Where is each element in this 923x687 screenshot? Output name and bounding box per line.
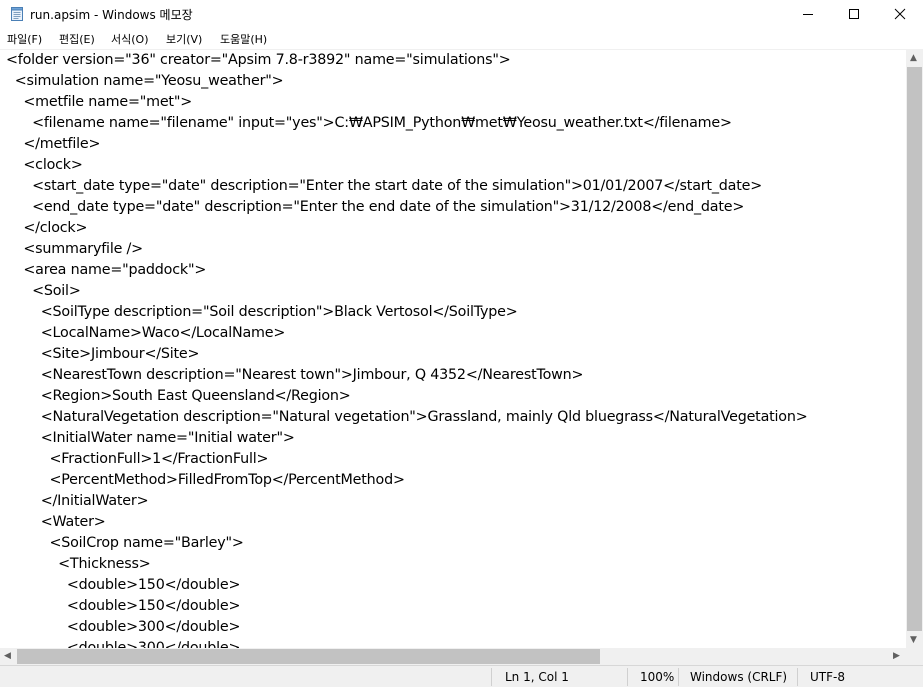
minimize-button[interactable] [785,0,831,28]
text-line: </metfile> [6,136,101,152]
menu-edit[interactable]: 편집(E) [59,31,95,47]
scroll-up-icon[interactable]: ▲ [910,53,917,63]
status-divider [491,668,492,686]
text-line: <start_date type="date" description="Ent… [6,178,763,194]
text-line: <double>300</double> [6,640,241,648]
encoding: UTF-8 [810,670,845,684]
text-line: <Site>Jimbour</Site> [6,346,200,362]
text-line: <Soil> [6,283,81,299]
text-line: <SoilCrop name="Barley"> [6,535,244,551]
text-line: </clock> [6,220,88,236]
text-line: <double>150</double> [6,577,241,593]
text-line: <FractionFull>1</FractionFull> [6,451,269,467]
maximize-icon [849,9,859,19]
text-editor[interactable]: <folder version="36" creator="Apsim 7.8-… [0,50,906,648]
line-ending: Windows (CRLF) [690,670,788,684]
text-line: <filename name="filename" input="yes">C:… [6,115,732,131]
text-line: <double>300</double> [6,619,241,635]
vertical-scroll-thumb[interactable] [907,67,922,631]
text-line: <area name="paddock"> [6,262,207,278]
maximize-button[interactable] [831,0,877,28]
zoom-level: 100% [640,670,675,684]
text-line: <end_date type="date" description="Enter… [6,199,745,215]
text-line: <folder version="36" creator="Apsim 7.8-… [6,52,511,68]
text-line: </InitialWater> [6,493,149,509]
status-divider [797,668,798,686]
text-line: <simulation name="Yeosu_weather"> [6,73,284,89]
title-bar[interactable]: run.apsim - Windows 메모장 [0,0,923,28]
horizontal-scroll-thumb[interactable] [17,649,600,664]
menu-format[interactable]: 서식(O) [111,31,148,47]
text-line: <SoilType description="Soil description"… [6,304,518,320]
text-line: <summaryfile /> [6,241,143,257]
text-line: <Region>South East Queensland</Region> [6,388,351,404]
text-line: <NaturalVegetation description="Natural … [6,409,808,425]
window-title: run.apsim - Windows 메모장 [30,8,193,22]
text-line: <NearestTown description="Nearest town">… [6,367,584,383]
text-line: <InitialWater name="Initial water"> [6,430,295,446]
notepad-icon [9,6,25,22]
text-line: <clock> [6,157,83,173]
cursor-position: Ln 1, Col 1 [505,670,569,684]
close-button[interactable] [877,0,923,28]
scroll-right-icon[interactable]: ▶ [893,651,900,661]
text-line: <Thickness> [6,556,151,572]
status-divider [627,668,628,686]
menu-view[interactable]: 보기(V) [166,31,202,47]
scroll-down-icon[interactable]: ▼ [910,635,917,645]
status-divider [678,668,679,686]
text-line: <LocalName>Waco</LocalName> [6,325,286,341]
minimize-icon [803,14,813,15]
horizontal-scrollbar[interactable]: ◀ ▶ [0,648,906,665]
scroll-left-icon[interactable]: ◀ [4,651,11,661]
text-line: <PercentMethod>FilledFromTop</PercentMet… [6,472,405,488]
status-bar: Ln 1, Col 1 100% Windows (CRLF) UTF-8 [0,665,923,687]
menu-file[interactable]: 파일(F) [7,31,42,47]
menu-bar: 파일(F) 편집(E) 서식(O) 보기(V) 도움말(H) [0,28,923,50]
menu-help[interactable]: 도움말(H) [220,31,267,47]
text-line: <Water> [6,514,106,530]
scrollbar-corner [906,648,923,665]
text-line: <metfile name="met"> [6,94,192,110]
vertical-scrollbar[interactable]: ▲ ▼ [906,50,923,648]
close-icon [894,8,906,20]
text-line: <double>150</double> [6,598,241,614]
